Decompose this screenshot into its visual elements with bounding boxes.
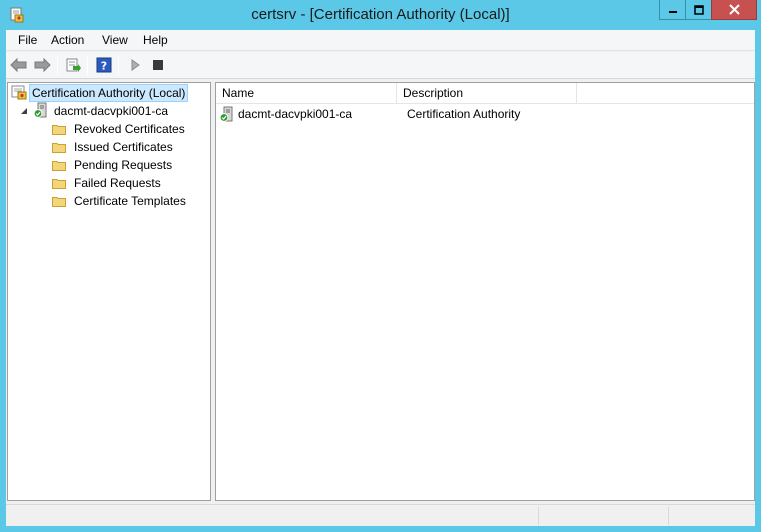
maximize-button[interactable] [685, 0, 712, 20]
certification-authority-icon [11, 84, 27, 103]
minimize-button[interactable] [659, 0, 686, 20]
tree-item-label: Failed Requests [74, 176, 161, 190]
back-arrow-icon [10, 57, 28, 75]
menu-bar: File Action View Help [6, 30, 755, 51]
toolbar-separator [118, 57, 119, 75]
status-segment [668, 507, 755, 525]
tree-item-label: Issued Certificates [74, 140, 173, 154]
window-title: certsrv - [Certification Authority (Loca… [251, 6, 510, 23]
tree-item-root[interactable]: Certification Authority (Local) [11, 84, 189, 103]
list-item-description: Certification Authority [407, 107, 521, 121]
tree-item-label: Revoked Certificates [74, 122, 185, 136]
ca-server-icon [33, 102, 48, 121]
start-service-icon [129, 58, 141, 74]
folder-icon [52, 142, 66, 153]
stop-service-icon [152, 59, 164, 74]
tree-item-pending-requests[interactable]: Pending Requests [52, 156, 175, 174]
status-segment [538, 507, 668, 525]
tree-item-failed-requests[interactable]: Failed Requests [52, 174, 164, 192]
tree-item-ca[interactable]: dacmt-dacvpki001-ca [18, 102, 171, 120]
close-button[interactable] [711, 0, 757, 20]
folder-icon [52, 178, 66, 189]
tree-item-label: Certification Authority (Local) [29, 84, 189, 102]
header-filler [577, 83, 754, 104]
list-item-name: dacmt-dacvpki001-ca [238, 107, 353, 121]
tree-item-label: Pending Requests [74, 158, 173, 172]
expanded-triangle-icon[interactable] [18, 107, 30, 115]
status-bar [6, 504, 755, 526]
forward-arrow-icon [33, 57, 51, 75]
back-button[interactable] [9, 56, 29, 76]
toolbar-separator [57, 57, 58, 75]
help-icon: ? [96, 57, 112, 76]
tree-item-label: Certificate Templates [74, 194, 186, 208]
toolbar: ? [6, 52, 755, 79]
column-header-description[interactable]: Description [397, 83, 577, 104]
stop-service-button[interactable] [148, 56, 168, 76]
svg-text:?: ? [101, 59, 107, 72]
menu-help[interactable]: Help [141, 33, 170, 47]
tree-pane[interactable]: Certification Authority (Local) dacmt-da… [7, 82, 211, 501]
menu-view[interactable]: View [100, 33, 130, 47]
list-item[interactable]: dacmt-dacvpki001-ca Certification Author… [216, 105, 520, 123]
export-list-button[interactable] [63, 56, 83, 76]
client-area: File Action View Help ? Certification Au… [6, 30, 755, 526]
tree-item-revoked-certificates[interactable]: Revoked Certificates [52, 120, 188, 138]
details-pane[interactable]: Name Description dacmt-dacvpki001-ca Cer… [215, 82, 755, 501]
toolbar-separator [87, 57, 88, 75]
help-button[interactable]: ? [94, 56, 114, 76]
list-header: Name Description [216, 83, 754, 104]
tree-item-label: dacmt-dacvpki001-ca [54, 104, 169, 118]
title-bar[interactable]: certsrv - [Certification Authority (Loca… [0, 0, 761, 30]
tree-item-certificate-templates[interactable]: Certificate Templates [52, 192, 189, 210]
menu-file[interactable]: File [16, 33, 39, 47]
mmc-window: certsrv - [Certification Authority (Loca… [0, 0, 761, 532]
forward-button[interactable] [32, 56, 52, 76]
folder-icon [52, 160, 66, 171]
ca-server-icon [220, 106, 234, 122]
start-service-button[interactable] [125, 56, 145, 76]
export-list-icon [65, 57, 81, 76]
window-controls [659, 0, 757, 20]
tree-item-issued-certificates[interactable]: Issued Certificates [52, 138, 176, 156]
folder-icon [52, 124, 66, 135]
menu-action[interactable]: Action [49, 33, 86, 47]
folder-icon [52, 196, 66, 207]
column-header-name[interactable]: Name [216, 83, 397, 104]
